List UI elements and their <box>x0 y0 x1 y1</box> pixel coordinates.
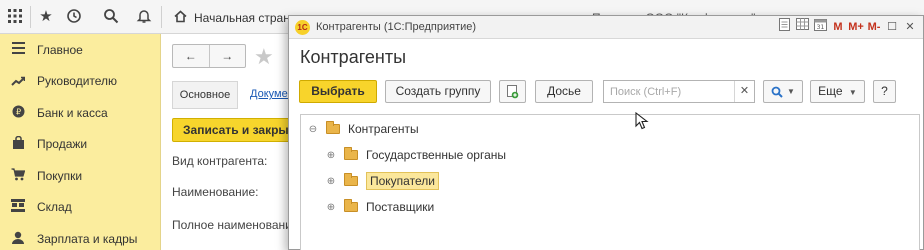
tree-node-label-selected: Покупатели <box>366 172 439 190</box>
people-icon <box>10 231 26 247</box>
sidebar-item-label: Банк и касса <box>37 105 108 120</box>
field-label-name: Наименование: <box>172 185 259 199</box>
sidebar: Главное Руководителю ₽ Банк и касса Прод… <box>0 34 161 250</box>
maximize-icon[interactable]: ☐ <box>883 18 901 36</box>
favorite-star-icon[interactable]: ★ <box>254 44 274 70</box>
sidebar-item-label: Руководителю <box>37 74 118 89</box>
toolbar-divider <box>30 6 31 28</box>
sidebar-item-warehouse[interactable]: Склад <box>0 192 160 224</box>
tree-node-label: Поставщики <box>366 200 435 214</box>
forward-arrow-icon[interactable]: → <box>208 45 246 67</box>
sidebar-item-main[interactable]: Главное <box>0 34 160 66</box>
table-icon[interactable] <box>793 18 811 36</box>
mouse-pointer-icon <box>635 112 649 130</box>
field-label-kind: Вид контрагента: <box>172 154 268 168</box>
background-form: ← → ★ Основное Документы Записать и закр… <box>162 34 312 250</box>
help-button[interactable]: ? <box>873 80 896 103</box>
close-icon[interactable]: ✕ <box>901 18 919 36</box>
home-icon <box>174 10 187 26</box>
folder-icon <box>326 121 340 134</box>
history-nav: ← → <box>172 44 246 68</box>
back-arrow-icon[interactable]: ← <box>173 45 209 67</box>
tab-main[interactable]: Основное <box>172 81 238 109</box>
bell-icon[interactable] <box>135 8 153 26</box>
window-title: Контрагенты (1С:Предприятие) <box>316 21 477 33</box>
tree-node-label: Государственные органы <box>366 148 507 162</box>
tree-node-government[interactable]: ⊕ Государственные органы <box>325 144 506 166</box>
apps-grid-icon[interactable] <box>6 8 24 26</box>
tab-home-page[interactable]: Начальная страница <box>166 6 288 30</box>
cart-icon <box>10 168 26 184</box>
search-icon[interactable] <box>102 8 120 26</box>
expand-icon[interactable]: ⊕ <box>325 150 337 161</box>
folder-icon <box>344 173 358 186</box>
copy-document-icon <box>506 85 519 102</box>
sidebar-item-bank[interactable]: ₽ Банк и касса <box>0 97 160 129</box>
search-input[interactable] <box>604 81 734 102</box>
coin-icon: ₽ <box>10 105 26 121</box>
tab-home-label: Начальная страница <box>194 11 288 25</box>
calendar-icon[interactable]: 31 <box>811 18 829 36</box>
window-titlebar: 1С Контрагенты (1С:Предприятие) 31 M M+ … <box>289 16 923 39</box>
star-icon[interactable]: ★ <box>37 8 55 26</box>
counterparties-tree: ⊖ Контрагенты ⊕ Государственные органы ⊕… <box>300 114 920 250</box>
field-label-full-name: Полное наименование: <box>172 218 302 232</box>
menu-lines-icon <box>10 42 26 57</box>
tree-node-buyers[interactable]: ⊕ Покупатели <box>325 170 439 192</box>
sidebar-item-salary[interactable]: Зарплата и кадры <box>0 223 160 250</box>
sidebar-item-label: Склад <box>37 200 72 215</box>
sidebar-item-label: Зарплата и кадры <box>37 231 138 246</box>
memory-plus-icon[interactable]: M+ <box>847 18 865 36</box>
expand-icon[interactable]: ⊕ <box>325 176 337 187</box>
trend-icon <box>10 74 26 89</box>
toolbar-divider <box>161 6 162 28</box>
sidebar-item-manager[interactable]: Руководителю <box>0 66 160 98</box>
sidebar-item-sales[interactable]: Продажи <box>0 129 160 161</box>
tree-node-suppliers[interactable]: ⊕ Поставщики <box>325 196 434 218</box>
1c-logo-icon: 1С <box>295 19 310 35</box>
folder-icon <box>344 199 358 212</box>
select-button[interactable]: Выбрать <box>299 80 377 103</box>
svg-text:31: 31 <box>816 24 824 31</box>
expand-icon[interactable]: ⊕ <box>325 202 337 213</box>
history-icon[interactable] <box>65 8 83 26</box>
more-button-label: Еще <box>818 84 843 98</box>
chevron-down-icon: ▼ <box>787 87 795 96</box>
window-controls: 31 M M+ M- ☐ ✕ <box>775 18 919 36</box>
sidebar-item-label: Покупки <box>37 168 83 183</box>
sidebar-item-label: Продажи <box>37 137 88 152</box>
memory-minus-icon[interactable]: M- <box>865 18 883 36</box>
memory-m-icon[interactable]: M <box>829 18 847 36</box>
collapse-icon[interactable]: ⊖ <box>307 124 319 135</box>
counterparties-window: 1С Контрагенты (1С:Предприятие) 31 M M+ … <box>288 15 924 250</box>
clear-search-icon[interactable]: ✕ <box>734 81 754 102</box>
tree-node-label: Контрагенты <box>348 122 419 136</box>
tree-node-root[interactable]: ⊖ Контрагенты <box>307 118 419 140</box>
more-button[interactable]: Еще ▼ <box>810 80 865 103</box>
search-button[interactable]: ▼ <box>763 80 803 103</box>
copy-document-button[interactable] <box>499 80 526 103</box>
bag-icon <box>10 136 26 152</box>
warehouse-icon <box>10 199 26 215</box>
create-group-button[interactable]: Создать группу <box>385 80 491 103</box>
document-icon[interactable] <box>775 18 793 36</box>
chevron-down-icon: ▼ <box>848 88 857 97</box>
magnifier-icon <box>771 86 783 98</box>
dossier-button[interactable]: Досье <box>535 80 593 103</box>
svg-text:₽: ₽ <box>15 107 20 116</box>
sidebar-item-label: Главное <box>37 42 83 57</box>
sidebar-item-purchases[interactable]: Покупки <box>0 160 160 192</box>
window-heading: Контрагенты <box>300 47 407 67</box>
folder-icon <box>344 147 358 160</box>
search-field: ✕ <box>603 80 755 103</box>
